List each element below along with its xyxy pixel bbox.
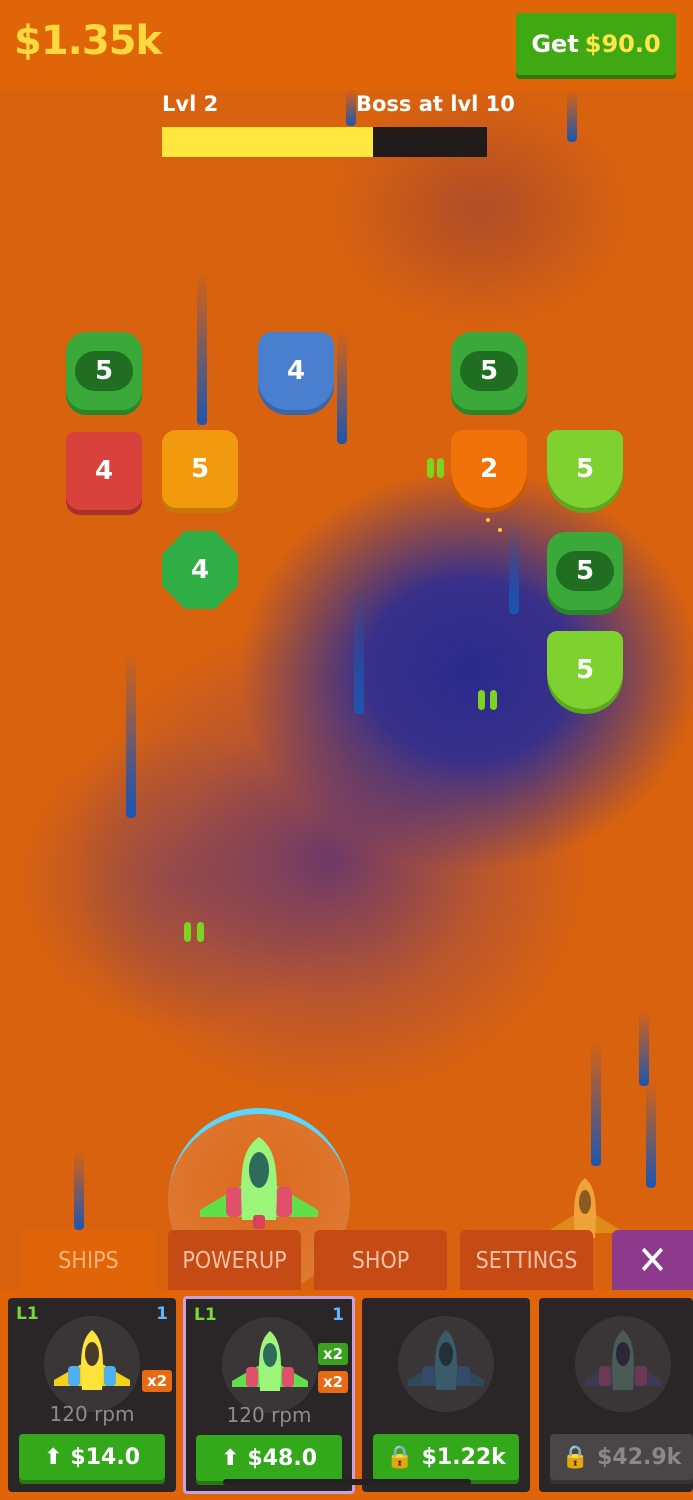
ship-slot xyxy=(44,1316,140,1412)
falling-streak xyxy=(646,1080,656,1188)
enemy-block: 5 xyxy=(547,430,623,508)
ship-card-selected[interactable]: L1 1 x2 x2 120 rpm ⬆ $48.0 xyxy=(183,1296,355,1494)
tab-settings[interactable]: SETTINGS xyxy=(460,1230,593,1292)
bullet xyxy=(490,690,497,710)
block-value: 4 xyxy=(286,356,306,386)
arrow-up-icon: ⬆ xyxy=(220,1445,240,1471)
bullet xyxy=(197,922,204,942)
falling-streak xyxy=(639,1010,649,1086)
falling-streak xyxy=(591,1040,601,1166)
ship-count: 1 xyxy=(332,1305,344,1325)
tab-shop[interactable]: SHOP xyxy=(314,1230,447,1292)
block-value: 5 xyxy=(479,356,499,386)
upgrade-ship-button[interactable]: ⬆ $14.0 xyxy=(19,1434,165,1480)
block-value: 2 xyxy=(479,454,499,484)
green-ship-icon xyxy=(232,1331,308,1391)
spark xyxy=(498,528,502,532)
home-indicator[interactable] xyxy=(223,1479,471,1485)
spark xyxy=(486,518,490,522)
unlock-ship-button[interactable]: 🔒 $42.9k xyxy=(550,1434,693,1480)
tab-powerup[interactable]: POWERUP xyxy=(168,1230,301,1292)
level-label: Lvl 2 xyxy=(162,92,219,116)
falling-streak xyxy=(197,270,207,425)
lock-icon: 🔒 xyxy=(386,1444,414,1470)
close-icon[interactable]: ✕ xyxy=(612,1230,693,1292)
multiplier-badge: x2 xyxy=(142,1370,172,1392)
falling-streak xyxy=(337,330,347,444)
block-value: 5 xyxy=(94,356,114,386)
player-ship-icon[interactable] xyxy=(200,1135,318,1230)
ship-card[interactable]: L1 1 x2 120 rpm ⬆ $14.0 xyxy=(8,1298,176,1492)
falling-streak xyxy=(354,590,364,714)
enemy-block: 2 xyxy=(451,430,527,508)
level-progress-bar xyxy=(162,127,487,157)
unlock-ship-button[interactable]: 🔒 $1.22k xyxy=(373,1434,519,1480)
enemy-block: 4 xyxy=(258,332,334,410)
bullet xyxy=(184,922,191,942)
enemy-block: 5 xyxy=(66,332,142,410)
block-value: 5 xyxy=(575,556,595,586)
enemy-block: 5 xyxy=(162,430,238,508)
ship-card-locked[interactable]: 🔒 $1.22k xyxy=(362,1298,530,1492)
unlock-price: $1.22k xyxy=(421,1444,506,1470)
ship-level: L1 xyxy=(16,1304,39,1324)
falling-streak xyxy=(509,520,519,614)
ship-slot xyxy=(222,1317,318,1413)
block-value: 5 xyxy=(575,655,595,685)
block-value: 4 xyxy=(94,456,114,486)
ship-rpm: 120 rpm xyxy=(226,1403,312,1427)
enemy-block: 5 xyxy=(547,631,623,709)
falling-streak xyxy=(567,90,577,142)
multiplier-badge: x2 xyxy=(318,1343,348,1365)
ship-count: 1 xyxy=(156,1304,168,1324)
boss-label: Boss at lvl 10 xyxy=(356,92,515,116)
bullet xyxy=(427,458,434,478)
ship-card-locked[interactable]: 🔒 $42.9k xyxy=(539,1298,693,1492)
ship-level: L1 xyxy=(194,1305,217,1325)
wingman-ship-icon xyxy=(545,1178,625,1238)
bullet xyxy=(437,458,444,478)
enemy-block: 5 xyxy=(547,532,623,610)
upgrade-ship-button[interactable]: ⬆ $48.0 xyxy=(196,1435,342,1481)
enemy-block: 4 xyxy=(66,432,142,510)
block-value: 5 xyxy=(190,454,210,484)
tab-ships[interactable]: SHIPS xyxy=(22,1230,155,1292)
upgrade-price: $14.0 xyxy=(70,1444,141,1470)
falling-streak xyxy=(346,90,356,126)
ship-rpm: 120 rpm xyxy=(49,1402,135,1426)
ship-slot xyxy=(575,1316,671,1412)
level-progress-fill xyxy=(162,127,374,157)
game-stage[interactable]: $1.35k Get $90.0 Lvl 2 Boss at lvl 10 5 … xyxy=(0,0,693,1500)
yellow-ship-icon xyxy=(54,1330,130,1390)
block-value: 4 xyxy=(190,555,210,585)
block-value: 5 xyxy=(575,454,595,484)
locked-ship-icon xyxy=(408,1330,484,1390)
enemy-block: 5 xyxy=(451,332,527,410)
ship-slot xyxy=(398,1316,494,1412)
upgrade-price: $48.0 xyxy=(247,1445,318,1471)
get-money-button[interactable]: Get $90.0 xyxy=(516,13,676,75)
money-counter: $1.35k xyxy=(14,18,162,64)
enemy-block: 4 xyxy=(162,531,238,609)
tab-bar: SHIPS POWERUP SHOP SETTINGS ✕ xyxy=(0,1230,693,1292)
falling-streak xyxy=(126,650,136,818)
arrow-up-icon: ⬆ xyxy=(43,1444,63,1470)
get-money-amount: $90.0 xyxy=(584,30,661,58)
locked-ship-icon xyxy=(585,1330,661,1390)
falling-streak xyxy=(74,1150,84,1230)
bullet xyxy=(478,690,485,710)
lock-icon: 🔒 xyxy=(561,1444,590,1470)
get-money-label: Get xyxy=(531,30,579,58)
unlock-price: $42.9k xyxy=(597,1444,682,1470)
multiplier-badge: x2 xyxy=(318,1371,348,1393)
